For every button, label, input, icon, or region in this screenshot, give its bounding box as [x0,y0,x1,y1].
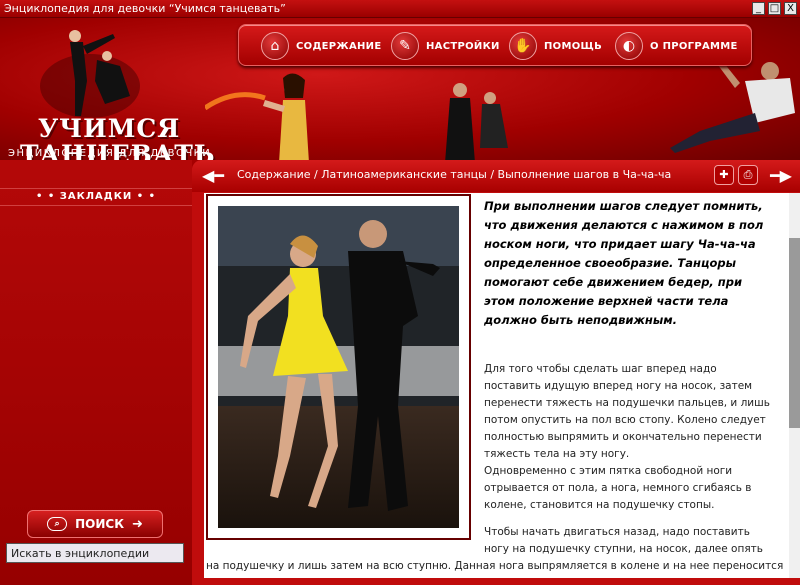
menu-label-settings: НАСТРОЙКИ [426,40,500,52]
article-paragraph-1: Для того чтобы сделать шаг вперед надо п… [484,363,770,460]
title-bar: Энциклопедия для девочки “Учимся танцева… [0,0,800,18]
logo: УЧИМСЯ ТАНЦЕВАТЬ [0,18,215,160]
app-window: Энциклопедия для девочки “Учимся танцева… [0,0,800,585]
article-paragraph-2: Одновременно с этим пятка свободной ноги… [484,465,752,511]
top-menu: ⌂ СОДЕРЖАНИЕ ✎ НАСТРОЙКИ ✋ ПОМОЩЬ ◐ О ПР… [238,24,752,66]
close-button[interactable]: X [784,2,797,15]
flamenco-dancer-image [205,73,309,160]
bookmark-add-button[interactable]: ✚ [714,165,734,185]
window-title: Энциклопедия для девочки “Учимся танцева… [4,2,286,15]
article-paragraph-3: Чтобы начать двигаться назад, надо поста… [484,526,763,555]
menu-item-contents[interactable]: ⌂ СОДЕРЖАНИЕ [261,31,381,61]
latin-dancers-image [445,83,508,160]
search-icon: ⌕ [47,517,68,531]
logo-title-line1: УЧИМСЯ [38,114,181,143]
home-icon: ⌂ [261,32,289,60]
back-arrow-icon[interactable]: ◀━ [202,166,224,185]
menu-label-contents: СОДЕРЖАНИЕ [296,40,382,52]
breadcrumb[interactable]: Содержание / Латиноамериканские танцы / … [237,168,671,181]
menu-item-settings[interactable]: ✎ НАСТРОЙКИ [391,31,500,61]
menu-item-help[interactable]: ✋ ПОМОЩЬ [509,31,602,61]
header-banner: УЧИМСЯ ТАНЦЕВАТЬ ⌂ СОДЕРЖАНИЕ ✎ НАСТРОЙК… [0,18,800,160]
menu-item-about[interactable]: ◐ О ПРОГРАММЕ [615,31,738,61]
sidebar: • • ЗАКЛАДКИ • • ⌕ ПОИСК ➜ [0,160,192,585]
forward-arrow-icon[interactable]: ━▶ [770,166,792,185]
breakdancer-image [670,58,795,153]
arrow-right-icon: ➜ [132,516,143,532]
help-icon: ✋ [509,32,537,60]
search-button[interactable]: ⌕ ПОИСК ➜ [27,510,163,538]
article-paragraph-4: на подушечку и лишь затем на всю ступню.… [206,560,784,572]
dance-photo-frame [206,194,471,540]
scrollbar[interactable] [789,193,800,578]
maximize-button[interactable]: □ [768,2,781,15]
article-intro: При выполнении шагов следует помнить, чт… [484,199,764,327]
article-page: При выполнении шагов следует помнить, чт… [204,193,789,578]
bookmarks-header[interactable]: • • ЗАКЛАДКИ • • [0,188,192,206]
search-input[interactable] [6,543,184,563]
menu-label-about: О ПРОГРАММЕ [650,40,738,52]
breadcrumb-bar: ◀━ Содержание / Латиноамериканские танцы… [192,160,800,192]
print-button[interactable]: ⎙ [738,165,758,185]
scrollbar-thumb[interactable] [789,238,800,428]
search-button-label: ПОИСК [75,517,124,531]
logo-subtitle: ЭНЦИКЛОПЕДИЯ ДЛЯ ДЕВОЧКИ [8,148,212,159]
cha-cha-dancers-photo [218,206,459,528]
wrench-icon: ✎ [391,32,419,60]
about-icon: ◐ [615,32,643,60]
minimize-button[interactable]: _ [752,2,765,15]
content-frame: ◀━ Содержание / Латиноамериканские танцы… [192,160,800,585]
menu-label-help: ПОМОЩЬ [544,40,603,52]
